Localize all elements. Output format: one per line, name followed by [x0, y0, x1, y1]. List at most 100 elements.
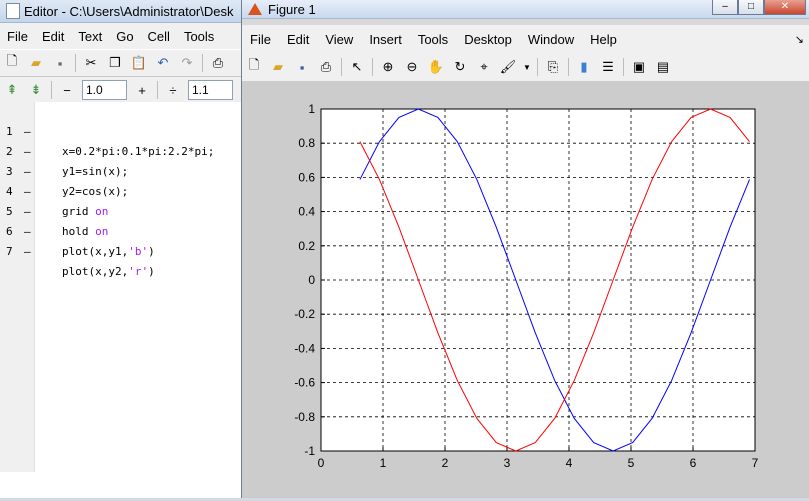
- code-command: plot(x,y2,: [62, 265, 129, 278]
- close-icon[interactable]: ✕: [764, 0, 806, 15]
- decrement-button[interactable]: −: [57, 80, 77, 100]
- editor-menu-text[interactable]: Text: [71, 29, 109, 44]
- increment-button[interactable]: +: [132, 80, 152, 100]
- minimize-icon[interactable]: –: [712, 0, 738, 15]
- colorbar-icon[interactable]: ▮: [574, 57, 594, 77]
- save-figure-icon[interactable]: ▪: [292, 57, 312, 77]
- y-tick-label: -0.4: [294, 341, 315, 355]
- brush-icon[interactable]: 🖌: [498, 57, 518, 77]
- editor-app-icon: [6, 3, 20, 19]
- insert-cell-icon[interactable]: ⇞: [2, 80, 22, 100]
- editor-menu-file[interactable]: File: [0, 29, 35, 44]
- dock-arrow-icon[interactable]: ↘: [795, 33, 804, 46]
- toolbar-separator: [568, 58, 569, 76]
- maximize-icon[interactable]: □: [738, 0, 764, 15]
- save-icon[interactable]: ▪: [50, 53, 70, 73]
- y-tick-label: 0.4: [298, 205, 315, 219]
- pan-hand-icon[interactable]: ✋: [426, 57, 446, 77]
- toolbar-separator: [75, 54, 76, 72]
- toolbar-separator: [51, 81, 52, 99]
- divide-button[interactable]: ÷: [163, 80, 183, 100]
- x-tick-label: 4: [566, 456, 573, 470]
- code-text: plot(x,y2,'r'): [62, 262, 155, 282]
- x-tick-label: 6: [690, 456, 697, 470]
- figure-menu-edit[interactable]: Edit: [279, 32, 317, 47]
- editor-toolbar: 🗋 ▰ ▪ ✂ ❐ 📋 ↶ ↷ ⎙: [0, 49, 250, 77]
- undo-icon[interactable]: ↶: [153, 53, 173, 73]
- x-tick-label: 0: [318, 456, 325, 470]
- open-folder-icon[interactable]: ▰: [26, 53, 46, 73]
- figure-window: Figure 1 – □ ✕ File Edit View Insert Too…: [241, 0, 809, 498]
- new-figure-icon[interactable]: 🗋: [244, 57, 264, 77]
- cut-icon[interactable]: ✂: [81, 53, 101, 73]
- toolbar-separator: [202, 54, 203, 72]
- cell-mode-icon[interactable]: ⇟: [26, 80, 46, 100]
- zoom-out-icon[interactable]: ⊖: [402, 57, 422, 77]
- figure-titlebar[interactable]: Figure 1 – □ ✕: [242, 0, 809, 19]
- figure-title: Figure 1: [268, 1, 316, 17]
- editor-menu-cell[interactable]: Cell: [141, 29, 177, 44]
- figure-toolbar: 🗋 ▰ ▪ ⎙ ↖ ⊕ ⊖ ✋ ↻ ⌖ 🖌 ▼ ⎘ ▮ ☰ ▣ ▤: [242, 53, 809, 82]
- figure-canvas: 0 1 2 3 4 5 6 7 1 0.8 0.6 0.4 0.2 0 -0.2 -0.4 -0.6 -0.8 -1: [242, 81, 809, 498]
- figure-menu-file[interactable]: File: [242, 32, 279, 47]
- copy-icon[interactable]: ❐: [105, 53, 125, 73]
- code-line-4[interactable]: 4– grid on: [0, 162, 250, 218]
- code-line-7[interactable]: 7– plot(x,y2,'r'): [0, 222, 250, 278]
- editor-cell-toolbar: ⇞ ⇟ − 1.0 + ÷ 1.1: [0, 77, 250, 104]
- figure-menu-help[interactable]: Help: [582, 32, 625, 47]
- figure-menu-desktop[interactable]: Desktop: [456, 32, 520, 47]
- editor-window: Editor - C:\Users\Administrator\Desk Fil…: [0, 0, 251, 498]
- toolbar-separator: [341, 58, 342, 76]
- brush-dropdown-icon[interactable]: ▼: [522, 57, 532, 77]
- show-plot-tools-icon[interactable]: ▤: [653, 57, 673, 77]
- code-line-5[interactable]: 5– hold on: [0, 182, 250, 238]
- paste-icon[interactable]: 📋: [129, 53, 149, 73]
- print-figure-icon[interactable]: ⎙: [316, 57, 336, 77]
- x-tick-label: 5: [628, 456, 635, 470]
- editor-menu-tools[interactable]: Tools: [177, 29, 221, 44]
- editor-menu-go[interactable]: Go: [109, 29, 140, 44]
- hide-plot-tools-icon[interactable]: ▣: [629, 57, 649, 77]
- cell-value-input-1[interactable]: 1.0: [82, 80, 127, 100]
- y-tick-label: 0: [308, 273, 315, 287]
- y-tick-label: -1: [304, 444, 315, 458]
- editor-menu-edit[interactable]: Edit: [35, 29, 71, 44]
- new-file-icon[interactable]: 🗋: [2, 53, 22, 73]
- legend-icon[interactable]: ☰: [598, 57, 618, 77]
- figure-menu-view[interactable]: View: [317, 32, 361, 47]
- matlab-logo-icon: [248, 3, 262, 15]
- editor-title: Editor - C:\Users\Administrator\Desk: [24, 3, 234, 19]
- figure-menu-insert[interactable]: Insert: [361, 32, 410, 47]
- x-tick-label: 3: [504, 456, 511, 470]
- x-tick-label: 7: [752, 456, 759, 470]
- editor-titlebar[interactable]: Editor - C:\Users\Administrator\Desk: [0, 0, 250, 23]
- zoom-in-icon[interactable]: ⊕: [378, 57, 398, 77]
- window-controls: – □ ✕: [712, 0, 806, 15]
- select-arrow-icon[interactable]: ↖: [347, 57, 367, 77]
- code-line-3[interactable]: 3– y2=cos(x);: [0, 142, 250, 198]
- code-string: 'b': [128, 245, 149, 258]
- print-icon[interactable]: ⎙: [208, 53, 228, 73]
- toolbar-separator: [537, 58, 538, 76]
- figure-menubar: File Edit View Insert Tools Desktop Wind…: [242, 25, 809, 53]
- cell-value-input-2[interactable]: 1.1: [188, 80, 233, 100]
- x-tick-label: 2: [442, 456, 449, 470]
- editor-menubar: File Edit Text Go Cell Tools: [0, 23, 250, 49]
- rotate-3d-icon[interactable]: ↻: [450, 57, 470, 77]
- code-line-6[interactable]: 6– plot(x,y1,'b'): [0, 202, 250, 258]
- code-line-2[interactable]: 2– y1=sin(x);: [0, 122, 250, 178]
- breakpoint-marker[interactable]: –: [24, 242, 31, 262]
- code-editor[interactable]: 1– x=0.2*pi:0.1*pi:2.2*pi; 2– y1=sin(x);…: [0, 102, 250, 498]
- figure-menu-window[interactable]: Window: [520, 32, 582, 47]
- figure-menu-tools[interactable]: Tools: [410, 32, 456, 47]
- toolbar-separator: [623, 58, 624, 76]
- data-cursor-icon[interactable]: ⌖: [474, 57, 494, 77]
- code-tail: ): [148, 265, 155, 278]
- redo-icon[interactable]: ↷: [177, 53, 197, 73]
- link-plot-icon[interactable]: ⎘: [543, 57, 563, 77]
- code-line-1[interactable]: 1– x=0.2*pi:0.1*pi:2.2*pi;: [0, 102, 250, 158]
- x-tick-label: 1: [380, 456, 387, 470]
- open-file-icon[interactable]: ▰: [268, 57, 288, 77]
- line-chart: 0 1 2 3 4 5 6 7 1 0.8 0.6 0.4 0.2 0 -0.2 -0.4 -0.6 -0.8 -1: [294, 102, 759, 470]
- code-string: 'r': [128, 265, 149, 278]
